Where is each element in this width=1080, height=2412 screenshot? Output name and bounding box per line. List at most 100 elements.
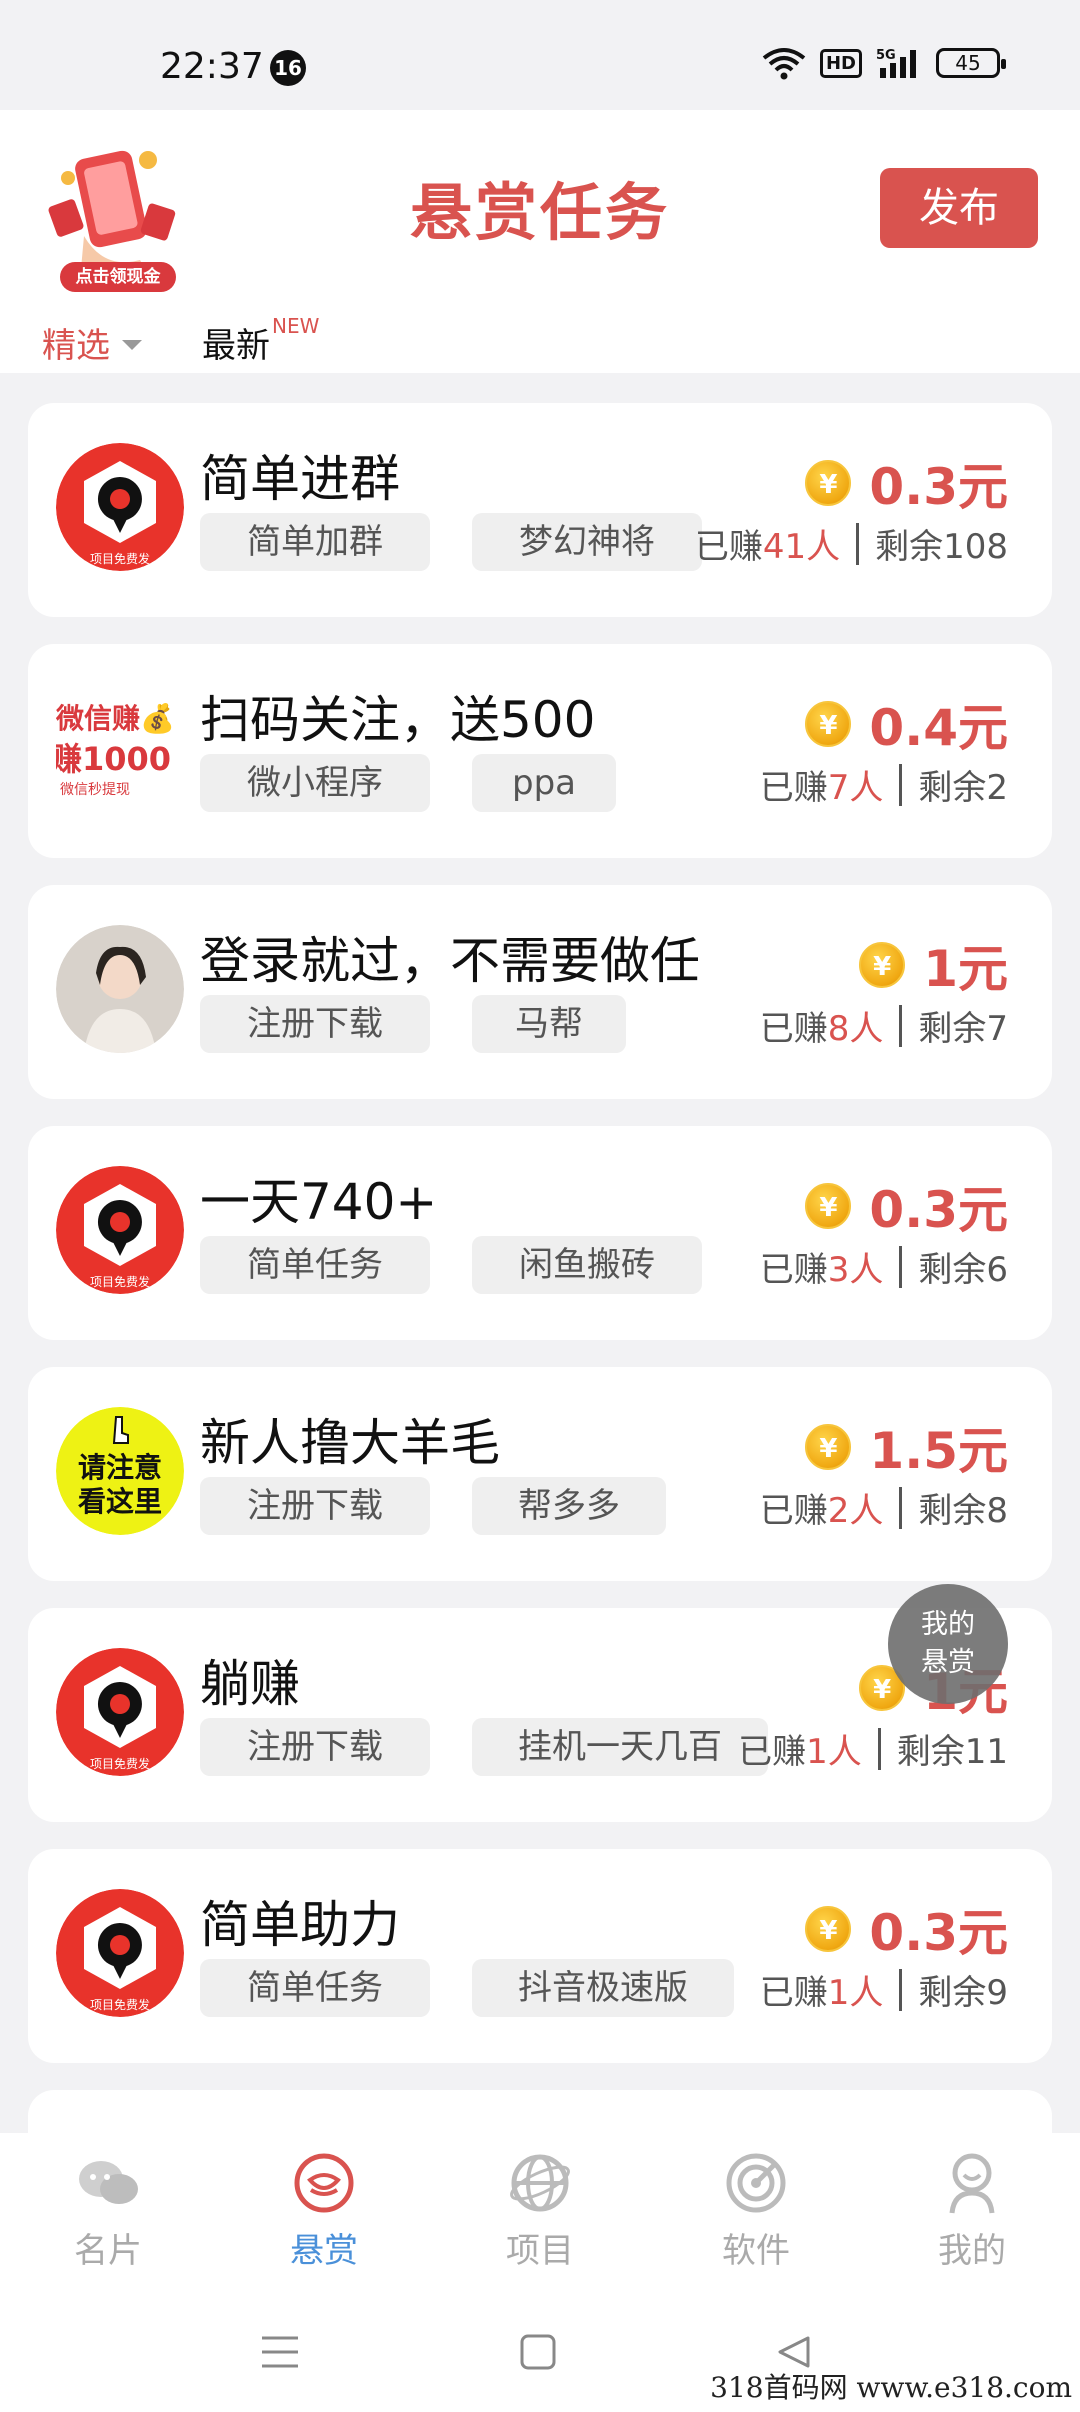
task-reward: ¥1元	[859, 929, 1008, 1001]
reward-amount: 0.3元	[869, 1904, 1008, 1962]
svg-text:请注意: 请注意	[78, 1451, 162, 1484]
nav-label-card: 名片	[74, 2231, 142, 2271]
filter-tab-featured[interactable]: 精选	[42, 318, 142, 367]
task-card-partial[interactable]	[28, 2090, 1052, 2133]
task-category-tag: 微小程序	[200, 754, 430, 812]
task-app-tag: 帮多多	[472, 1477, 666, 1535]
task-card[interactable]: 项目免费发 一天740+ 简单任务 闲鱼搬砖 ¥0.3元 已赚 3人 剩余6	[28, 1126, 1052, 1340]
task-category-tag: 简单任务	[200, 1959, 430, 2017]
filter-tab-latest[interactable]: 最新 NEW	[202, 314, 319, 367]
task-reward: ¥0.4元	[805, 688, 1008, 760]
svg-text:赚1000: 赚1000	[56, 740, 171, 778]
earned-label: 已赚	[759, 768, 828, 808]
task-title: 简单进群	[200, 450, 400, 508]
coin-icon: ¥	[805, 701, 852, 747]
task-card[interactable]: 项目免费发 简单进群 简单加群 梦幻神将 ¥0.3元 已赚 41人 剩余108	[28, 403, 1052, 617]
task-stats: 已赚 41人 剩余108	[695, 519, 1008, 568]
reward-amount: 1.5元	[869, 1422, 1008, 1480]
earned-count: 7人	[827, 768, 884, 808]
earned-count: 41人	[762, 527, 841, 567]
nav-item-card[interactable]: 名片	[0, 2133, 216, 2290]
reward-icon	[290, 2149, 358, 2217]
remaining-count: 剩余6	[918, 1250, 1008, 1290]
my-rewards-float-button[interactable]: 我的 悬赏	[888, 1584, 1008, 1704]
task-stats: 已赚 3人 剩余6	[760, 1242, 1008, 1291]
publish-button[interactable]: 发布	[880, 168, 1038, 248]
earned-label: 已赚	[738, 1732, 807, 1772]
task-app-tag: 梦幻神将	[472, 513, 702, 571]
notification-count-badge: 16	[270, 50, 306, 86]
task-category-tag: 注册下载	[200, 995, 430, 1053]
earned-count: 2人	[827, 1491, 884, 1531]
remaining-count: 剩余11	[896, 1732, 1008, 1772]
stats-divider	[856, 522, 860, 565]
task-category-tag: 简单加群	[200, 513, 430, 571]
coin-icon: ¥	[805, 1183, 852, 1229]
avatar-caption: 项目免费发	[90, 1756, 150, 1771]
promo-label[interactable]: 点击领现金	[60, 262, 176, 292]
task-card[interactable]: 请注意 看这里 新人撸大羊毛 注册下载 帮多多 ¥1.5元 已赚 2人 剩余8	[28, 1367, 1052, 1581]
earned-count: 3人	[827, 1250, 884, 1290]
task-app-tag: 挂机一天几百	[472, 1718, 768, 1776]
nav-item-software[interactable]: 软件	[648, 2133, 864, 2290]
task-category-tag: 注册下载	[200, 1718, 430, 1776]
home-icon[interactable]	[518, 2332, 558, 2376]
wifi-icon	[762, 46, 806, 80]
task-title: 一天740+	[200, 1173, 438, 1231]
nav-label-mine: 我的	[938, 2231, 1006, 2271]
task-card[interactable]: 登录就过，不需要做任 注册下载 马帮 ¥1元 已赚 8人 剩余7	[28, 885, 1052, 1099]
nav-item-project[interactable]: 项目	[432, 2133, 648, 2290]
filter-latest-label: 最新	[202, 326, 270, 366]
menu-icon[interactable]	[258, 2332, 302, 2376]
svg-text:看这里: 看这里	[78, 1485, 162, 1518]
earned-label: 已赚	[759, 1491, 828, 1531]
stats-divider	[877, 1727, 881, 1770]
remaining-count: 剩余2	[918, 768, 1008, 808]
task-stats: 已赚 2人 剩余8	[760, 1483, 1008, 1532]
remaining-count: 剩余108	[875, 527, 1008, 567]
caret-down-icon	[122, 340, 142, 350]
task-app-tag: 马帮	[472, 995, 626, 1053]
signal-5g-icon: 5G	[876, 46, 922, 80]
task-category-tag: 注册下载	[200, 1477, 430, 1535]
earned-label: 已赚	[694, 527, 763, 567]
red-logo-icon: 项目免费发	[56, 443, 184, 571]
stats-divider	[899, 1245, 903, 1288]
task-app-tag: ppa	[472, 754, 616, 812]
nav-item-reward[interactable]: 悬赏	[216, 2133, 432, 2290]
hd-badge: HD	[819, 48, 862, 78]
red-logo-icon: 项目免费发	[56, 1889, 184, 2017]
task-reward: ¥0.3元	[805, 447, 1008, 519]
earned-count: 1人	[827, 1973, 884, 2013]
task-stats: 已赚 1人 剩余9	[760, 1965, 1008, 2014]
photo-avatar-icon	[56, 925, 184, 1053]
system-gesture-bar: 318首码网 www.e318.com	[0, 2290, 1080, 2412]
task-list: 项目免费发 简单进群 简单加群 梦幻神将 ¥0.3元 已赚 41人 剩余108 微信赚💰 赚100…	[28, 403, 1052, 2133]
page-header: 点击领现金 悬赏任务 发布 精选 最新 NEW	[0, 110, 1080, 373]
red-logo-icon: 项目免费发	[56, 1648, 184, 1776]
battery-indicator: 45	[936, 48, 1006, 78]
task-stats: 已赚 1人 剩余11	[738, 1724, 1008, 1773]
nav-item-mine[interactable]: 我的	[864, 2133, 1080, 2290]
task-card[interactable]: 项目免费发 简单助力 简单任务 抖音极速版 ¥0.3元 已赚 1人 剩余9	[28, 1849, 1052, 2063]
task-reward: ¥0.3元	[805, 1893, 1008, 1965]
svg-text:5G: 5G	[876, 48, 896, 63]
status-time: 22:37	[160, 46, 264, 87]
svg-text:微信秒提现: 微信秒提现	[60, 782, 130, 798]
earned-label: 已赚	[759, 1250, 828, 1290]
reward-amount: 0.3元	[869, 458, 1008, 516]
float-line2: 悬赏	[921, 1647, 975, 1678]
remaining-count: 剩余8	[918, 1491, 1008, 1531]
avatar-caption: 项目免费发	[90, 1997, 150, 2012]
filter-featured-label: 精选	[42, 326, 110, 366]
reward-amount: 0.3元	[869, 1181, 1008, 1239]
task-card[interactable]: 微信赚💰 赚1000 微信秒提现 扫码关注，送500 微小程序 ppa ¥0.4元 已赚 7人剩…	[28, 644, 1052, 858]
task-stats: 已赚 8人 剩余7	[760, 1001, 1008, 1050]
status-icons: HD 5G 45	[762, 46, 1006, 80]
task-reward: ¥1.5元	[805, 1411, 1008, 1483]
coin-icon: ¥	[859, 942, 906, 988]
coin-icon: ¥	[805, 460, 852, 506]
bottom-nav: 名片 悬赏 项目 软件 我的	[0, 2133, 1080, 2290]
notice-badge-icon: 请注意 看这里	[56, 1407, 184, 1535]
avatar-caption: 项目免费发	[90, 551, 150, 566]
